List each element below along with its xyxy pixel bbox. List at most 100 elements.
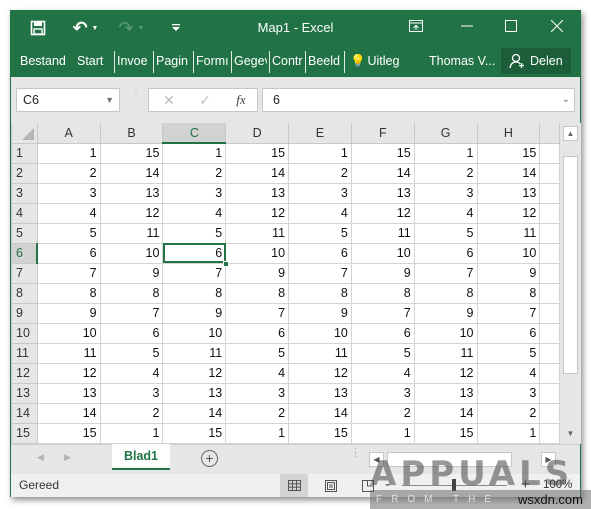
cell-d8[interactable]: 8	[225, 282, 290, 304]
cell-i15[interactable]	[539, 422, 560, 444]
cell-e9[interactable]: 9	[288, 302, 352, 324]
cell-i3[interactable]	[539, 182, 560, 204]
select-all-button[interactable]	[11, 123, 38, 144]
cell-d4[interactable]: 12	[225, 202, 290, 224]
cell-e1[interactable]: 1	[288, 142, 352, 164]
cell-e14[interactable]: 14	[288, 402, 352, 424]
cell-g9[interactable]: 9	[413, 302, 478, 324]
minimize-icon[interactable]	[445, 11, 489, 41]
cell-h3[interactable]: 13	[476, 182, 541, 204]
cell-f14[interactable]: 2	[350, 402, 415, 424]
cell-e3[interactable]: 3	[288, 182, 352, 204]
cell-f13[interactable]: 3	[350, 382, 415, 404]
maximize-icon[interactable]	[489, 11, 533, 41]
sheet-prev-icon[interactable]: ◀	[37, 452, 44, 463]
column-header-b[interactable]: B	[99, 123, 164, 144]
cell-c6[interactable]: 6	[162, 242, 230, 267]
cell-b5[interactable]: 11	[99, 222, 164, 244]
cell-e10[interactable]: 10	[288, 322, 352, 344]
cell-g15[interactable]: 15	[413, 422, 478, 444]
cell-i1[interactable]	[539, 142, 560, 164]
cell-i4[interactable]	[539, 202, 560, 224]
sheet-tab-blad1[interactable]: Blad1	[112, 444, 170, 470]
column-header-i-partial[interactable]	[539, 123, 560, 144]
cell-c15[interactable]: 15	[162, 422, 227, 444]
tab-split-handle-icon[interactable]: ⋮	[350, 448, 361, 459]
cell-a10[interactable]: 10	[36, 322, 101, 344]
cell-a6[interactable]: 6	[36, 242, 101, 264]
cell-e5[interactable]: 5	[288, 222, 352, 244]
column-header-a[interactable]: A	[36, 123, 101, 144]
cell-e7[interactable]: 7	[288, 262, 352, 284]
cell-g3[interactable]: 3	[413, 182, 478, 204]
cell-c9[interactable]: 9	[162, 302, 227, 324]
zoom-in-button[interactable]: +	[521, 476, 530, 493]
tab-formules[interactable]: Formı	[196, 51, 229, 71]
insert-function-icon[interactable]: fx	[231, 90, 251, 110]
cell-g8[interactable]: 8	[413, 282, 478, 304]
enter-icon[interactable]: ✓	[195, 90, 215, 110]
cell-d15[interactable]: 1	[225, 422, 290, 444]
cell-f10[interactable]: 6	[350, 322, 415, 344]
cell-h6[interactable]: 10	[476, 242, 541, 264]
scroll-down-arrow-icon[interactable]: ▼	[563, 426, 578, 441]
cell-f2[interactable]: 14	[350, 162, 415, 184]
cell-a3[interactable]: 3	[36, 182, 101, 204]
row-header-5[interactable]: 5	[11, 222, 38, 244]
cell-e8[interactable]: 8	[288, 282, 352, 304]
tab-beeld[interactable]: Beeld	[308, 51, 342, 71]
cell-h8[interactable]: 8	[476, 282, 541, 304]
tab-bestand[interactable]: Bestand	[20, 51, 70, 71]
cell-g12[interactable]: 12	[413, 362, 478, 384]
cell-i12[interactable]	[539, 362, 560, 384]
cell-h11[interactable]: 5	[476, 342, 541, 364]
fill-handle[interactable]	[223, 260, 230, 267]
normal-view-icon[interactable]	[280, 474, 308, 497]
scroll-right-arrow-icon[interactable]: ▶	[541, 452, 556, 467]
row-header-11[interactable]: 11	[11, 342, 38, 364]
cell-e13[interactable]: 13	[288, 382, 352, 404]
cell-d9[interactable]: 7	[225, 302, 290, 324]
cell-h15[interactable]: 1	[476, 422, 541, 444]
scroll-left-arrow-icon[interactable]: ◀	[369, 452, 384, 467]
cell-h12[interactable]: 4	[476, 362, 541, 384]
cell-i11[interactable]	[539, 342, 560, 364]
cell-d11[interactable]: 5	[225, 342, 290, 364]
cell-g1[interactable]: 1	[413, 142, 478, 164]
cell-g7[interactable]: 7	[413, 262, 478, 284]
cell-c4[interactable]: 4	[162, 202, 227, 224]
cell-i6[interactable]	[539, 242, 560, 264]
cell-b9[interactable]: 7	[99, 302, 164, 324]
cell-h5[interactable]: 11	[476, 222, 541, 244]
cell-c8[interactable]: 8	[162, 282, 227, 304]
cell-h7[interactable]: 9	[476, 262, 541, 284]
cell-d5[interactable]: 11	[225, 222, 290, 244]
tab-invoegen[interactable]: Invoe	[117, 51, 151, 71]
name-box[interactable]: C6 ▼	[16, 88, 120, 112]
cell-c3[interactable]: 3	[162, 182, 227, 204]
cell-e4[interactable]: 4	[288, 202, 352, 224]
cell-i7[interactable]	[539, 262, 560, 284]
tab-controleren[interactable]: Contr	[272, 51, 303, 71]
cell-h1[interactable]: 15	[476, 142, 541, 164]
cell-h9[interactable]: 7	[476, 302, 541, 324]
row-header-9[interactable]: 9	[11, 302, 38, 324]
cell-b10[interactable]: 6	[99, 322, 164, 344]
tab-gegevens[interactable]: Gegev	[234, 51, 267, 71]
cell-i5[interactable]	[539, 222, 560, 244]
cell-a13[interactable]: 13	[36, 382, 101, 404]
cell-h4[interactable]: 12	[476, 202, 541, 224]
cell-b7[interactable]: 9	[99, 262, 164, 284]
cell-g14[interactable]: 14	[413, 402, 478, 424]
cell-f3[interactable]: 13	[350, 182, 415, 204]
cell-f15[interactable]: 1	[350, 422, 415, 444]
cell-f1[interactable]: 15	[350, 142, 415, 164]
cell-a8[interactable]: 8	[36, 282, 101, 304]
cell-f12[interactable]: 4	[350, 362, 415, 384]
column-header-d[interactable]: D	[225, 123, 290, 144]
row-header-14[interactable]: 14	[11, 402, 38, 424]
zoom-out-button[interactable]: -	[385, 476, 390, 493]
cell-i2[interactable]	[539, 162, 560, 184]
cell-d3[interactable]: 13	[225, 182, 290, 204]
cell-c10[interactable]: 10	[162, 322, 227, 344]
